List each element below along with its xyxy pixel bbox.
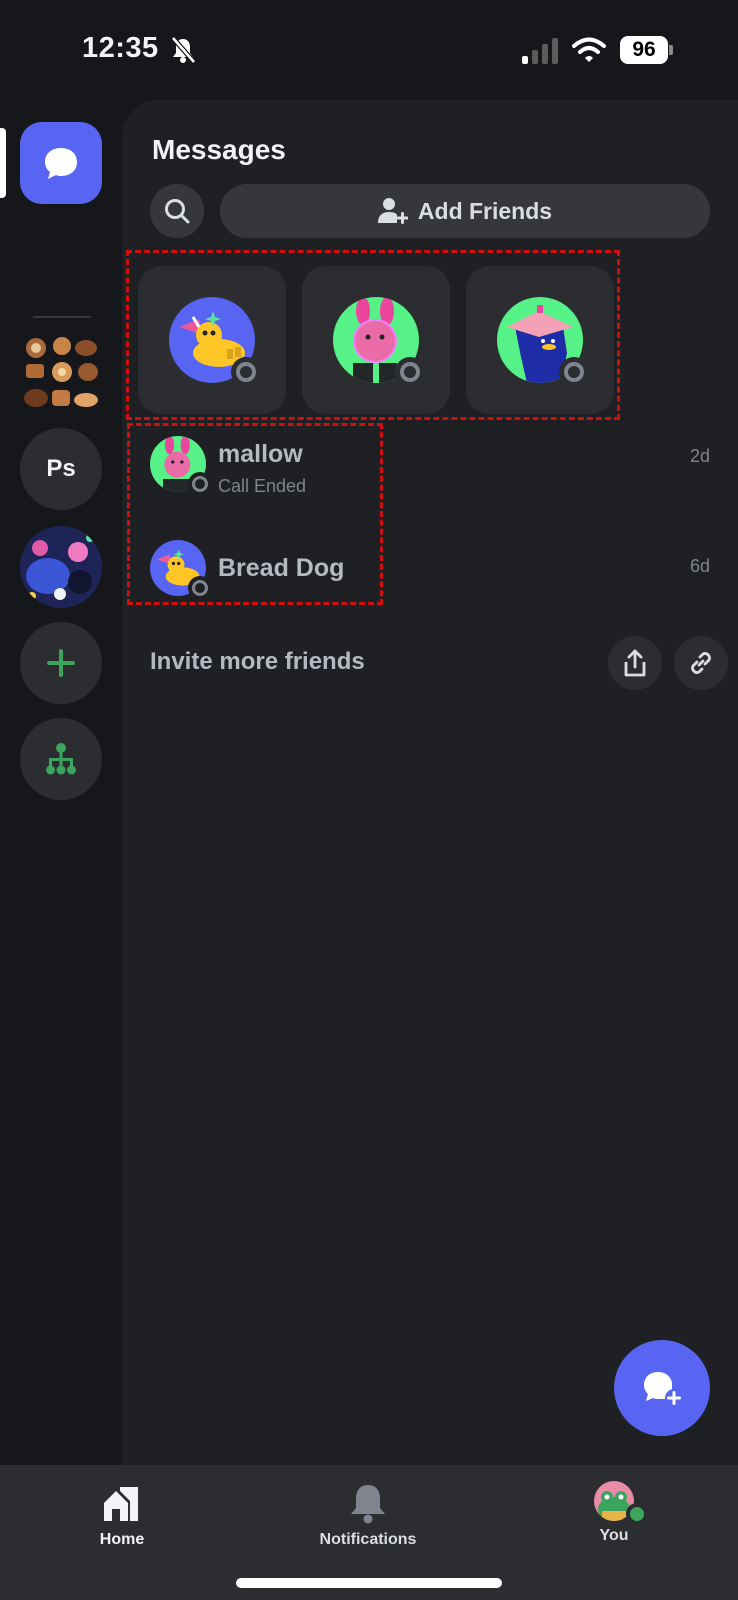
- nav-home[interactable]: Home: [52, 1481, 192, 1549]
- bakery-server-button[interactable]: [20, 334, 102, 416]
- status-offline-icon: [188, 576, 212, 600]
- wifi-icon: [572, 37, 606, 62]
- recent-friend-card[interactable]: [302, 266, 450, 414]
- person-add-icon: [377, 198, 408, 224]
- nav-you[interactable]: You: [544, 1481, 684, 1545]
- avatar: [150, 540, 212, 600]
- avatar: [497, 297, 589, 387]
- link-icon: [691, 652, 711, 674]
- home-icon: [104, 1487, 138, 1521]
- share-invite-button[interactable]: [608, 636, 662, 690]
- invite-friends-row: Invite more friends: [150, 636, 728, 692]
- dm-timestamp: 2d: [689, 446, 710, 466]
- recent-friend-card[interactable]: [138, 266, 286, 414]
- direct-messages-button[interactable]: [20, 122, 102, 204]
- illustration-image: [20, 526, 102, 608]
- rail-divider: [33, 316, 91, 318]
- avatar: [150, 436, 212, 496]
- new-message-icon: [644, 1372, 683, 1407]
- dm-last-activity: Call Ended: [218, 476, 307, 496]
- invite-label: Invite more friends: [150, 648, 365, 675]
- server-initials: Ps: [46, 455, 76, 482]
- status-online-icon: [626, 1503, 648, 1525]
- search-button[interactable]: [150, 184, 204, 238]
- plus-icon: [47, 649, 75, 677]
- avatar: [169, 297, 261, 387]
- add-friends-button[interactable]: Add Friends: [220, 184, 710, 238]
- new-message-button[interactable]: [614, 1340, 710, 1436]
- add-friends-label: Add Friends: [417, 197, 553, 224]
- status-offline-icon: [188, 472, 212, 496]
- nav-notifications-label: Notifications: [319, 1531, 417, 1548]
- dm-list-item[interactable]: mallow Call Ended 2d: [150, 436, 710, 516]
- status-offline-icon: [395, 357, 425, 387]
- nav-notifications[interactable]: Notifications: [298, 1481, 438, 1549]
- battery-level: 96: [620, 36, 668, 64]
- hub-icon: [46, 743, 76, 775]
- status-bar: 12:35 96: [0, 0, 738, 100]
- status-offline-icon: [231, 357, 261, 387]
- bell-slash-icon: [171, 36, 196, 64]
- server-rail: Ps: [0, 100, 122, 1465]
- avatar: [333, 297, 425, 387]
- art-server-button[interactable]: [20, 526, 102, 608]
- dm-username: Bread Dog: [218, 554, 345, 582]
- share-icon: [624, 649, 646, 677]
- clock: 12:35: [82, 32, 159, 64]
- recent-friend-card[interactable]: [466, 266, 614, 414]
- page-title: Messages: [152, 134, 286, 165]
- search-icon: [165, 199, 190, 224]
- selected-indicator: [0, 128, 6, 198]
- ps-server-button[interactable]: Ps: [20, 428, 102, 510]
- nav-home-label: Home: [99, 1531, 145, 1548]
- status-offline-icon: [559, 357, 589, 387]
- copy-link-button[interactable]: [674, 636, 728, 690]
- discover-button[interactable]: [20, 718, 102, 800]
- battery-icon: 96: [620, 36, 673, 64]
- dm-timestamp: 6d: [689, 556, 710, 576]
- home-indicator: [236, 1578, 502, 1588]
- messages-panel: Messages Add Friends mallow Call Ended 2…: [122, 100, 738, 1465]
- chat-bubble-icon: [45, 148, 77, 179]
- dm-username: mallow: [218, 440, 303, 468]
- bell-icon: [351, 1485, 385, 1524]
- dm-list-item[interactable]: Bread Dog 6d: [150, 540, 710, 620]
- pastries-image: [24, 337, 98, 407]
- add-server-button[interactable]: [20, 622, 102, 704]
- nav-you-label: You: [599, 1527, 629, 1544]
- signal-icon: [522, 38, 558, 64]
